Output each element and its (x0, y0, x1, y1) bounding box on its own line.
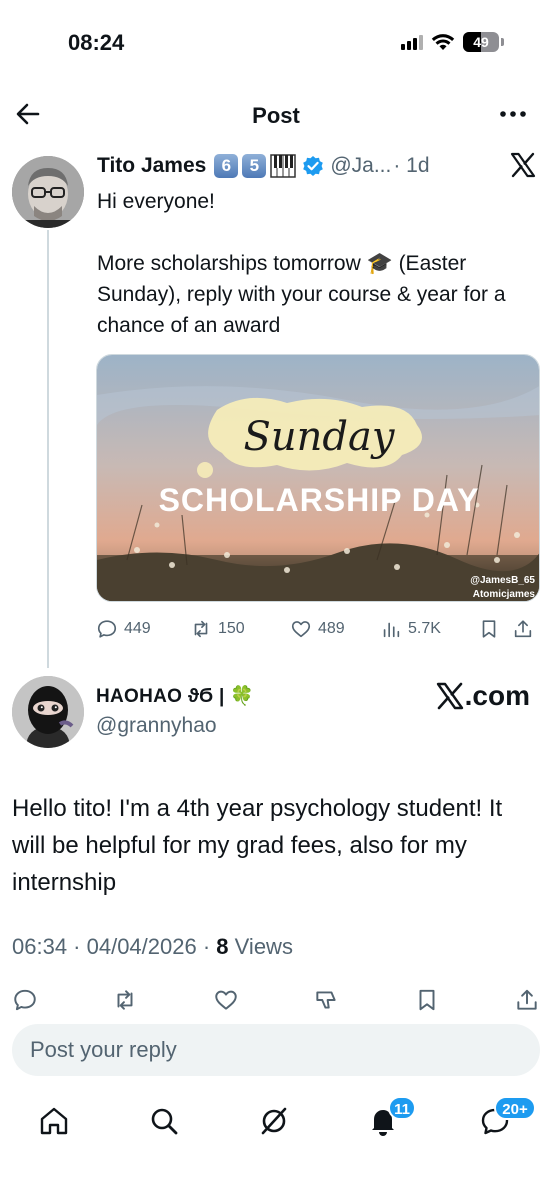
share-action[interactable] (512, 618, 538, 640)
more-horizontal-icon[interactable] (498, 102, 528, 126)
avatar-portrait (12, 156, 84, 228)
image-credit-2: Atomicjames (473, 589, 536, 600)
share-icon[interactable] (514, 987, 540, 1013)
dislike-icon[interactable] (313, 987, 339, 1013)
views-count: 5.7K (408, 620, 441, 637)
like-action[interactable]: 489 (290, 618, 380, 640)
post-actions: 449 150 489 5.7K (96, 614, 540, 644)
post-image[interactable]: Sunday SCHOLARSHIP DAY @JamesB_65 Atomic… (96, 354, 540, 602)
author-name[interactable]: Tito James (97, 154, 206, 178)
bookmark-action[interactable] (478, 618, 512, 640)
post-body: Hi everyone! More scholarships tomorrow … (97, 186, 537, 341)
reply-action[interactable]: 449 (96, 618, 190, 640)
x-logo-icon (436, 682, 463, 710)
reply-compose-box[interactable] (12, 1024, 540, 1076)
share-icon (514, 620, 532, 638)
image-script-title: Sunday (244, 414, 396, 460)
reply-author-avatar[interactable] (12, 676, 84, 748)
reply-icon[interactable] (12, 987, 38, 1013)
reply-icon (97, 620, 117, 638)
heart-icon[interactable] (213, 987, 239, 1013)
repost-action[interactable]: 150 (190, 618, 290, 640)
reply-author-handle[interactable]: @grannyhao (96, 714, 217, 738)
repost-icon[interactable] (112, 987, 138, 1013)
reply-count: 449 (124, 620, 151, 637)
tab-home[interactable] (37, 1104, 71, 1138)
author-row: Tito James 6 5 @Ja... · 1d (97, 152, 430, 180)
views-chart-icon (383, 622, 400, 638)
page-title: Post (252, 103, 300, 128)
cellular-signal-icon (401, 34, 423, 50)
status-time: 08:24 (68, 30, 125, 55)
x-com-watermark: .com (436, 680, 530, 712)
piano-keys-icon (270, 154, 297, 178)
author-avatar[interactable] (12, 156, 84, 228)
bookmark-icon (482, 620, 496, 638)
status-icons: 49 (401, 32, 504, 52)
repost-icon (194, 620, 208, 638)
reply-meta: 06:34 · 04/04/2026 · 8 Views (12, 934, 293, 960)
x-com-text: .com (464, 680, 530, 711)
keycap-five-emoji: 5 (242, 154, 267, 178)
reply-actions (12, 984, 540, 1016)
author-handle[interactable]: @Ja... (330, 154, 391, 178)
reply-author-name[interactable]: HAOHAO ϑϬ | 🍀 (96, 684, 254, 708)
reply-input[interactable] (12, 1024, 540, 1076)
bottom-tab-bar: 11 20+ (0, 1090, 552, 1150)
reply-body: Hello tito! I'm a 4th year psychology st… (12, 795, 503, 896)
avatar-balaclava-figure (12, 676, 84, 748)
notifications-badge: 11 (388, 1096, 416, 1120)
thread-connector-line (47, 230, 49, 668)
home-icon (40, 1107, 68, 1135)
repost-count: 150 (218, 620, 245, 637)
nav-bar: Post (0, 90, 552, 142)
post-time: · 1d (393, 154, 430, 177)
wifi-icon (431, 34, 455, 50)
grok-icon (261, 1107, 287, 1135)
bookmark-icon[interactable] (414, 987, 440, 1013)
heart-icon (291, 621, 311, 638)
post-line-message: More scholarships tomorrow 🎓 (Easter Sun… (97, 252, 506, 337)
verified-badge-icon (303, 156, 324, 176)
image-banner-text: SCHOLARSHIP DAY (159, 482, 480, 518)
keycap-six-emoji: 6 (214, 154, 239, 178)
status-bar: 08:24 49 (0, 0, 552, 90)
tab-grok[interactable] (257, 1104, 291, 1138)
image-credit-1: @JamesB_65 (470, 575, 535, 586)
reply-views-count: 8 (216, 934, 229, 959)
search-icon (151, 1108, 178, 1135)
post-line-greeting: Hi everyone! (97, 190, 215, 213)
reply-views-label: Views (234, 934, 293, 959)
scholarship-day-graphic: Sunday SCHOLARSHIP DAY @JamesB_65 Atomic… (97, 355, 539, 601)
reply-timestamp: 06:34 · 04/04/2026 · (12, 934, 211, 959)
battery-tip (501, 38, 504, 46)
x-logo-icon (510, 152, 536, 178)
tab-search[interactable] (147, 1104, 181, 1138)
messages-badge: 20+ (494, 1096, 536, 1120)
like-count: 489 (318, 620, 345, 637)
views-action[interactable]: 5.7K (380, 618, 478, 640)
battery-icon: 49 (463, 32, 499, 52)
battery-level: 49 (473, 34, 489, 50)
